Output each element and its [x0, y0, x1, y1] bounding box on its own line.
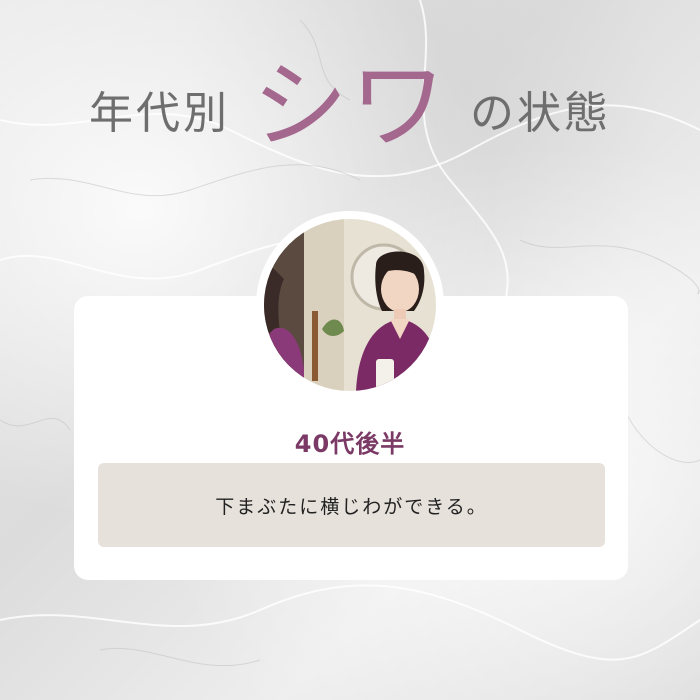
description-text: 下まぶたに横じわができる。 [215, 495, 488, 518]
age-label: 40代後半 [294, 430, 406, 458]
person-photo-icon [264, 219, 436, 391]
title-prefix: 年代別 [89, 88, 230, 139]
avatar [256, 211, 444, 399]
description-box: 下まぶたに横じわができる。 [98, 463, 605, 547]
page-title: 年代別 シワ の状態 [0, 58, 700, 154]
title-emphasis: シワ [252, 50, 448, 162]
title-suffix: の状態 [470, 88, 611, 139]
